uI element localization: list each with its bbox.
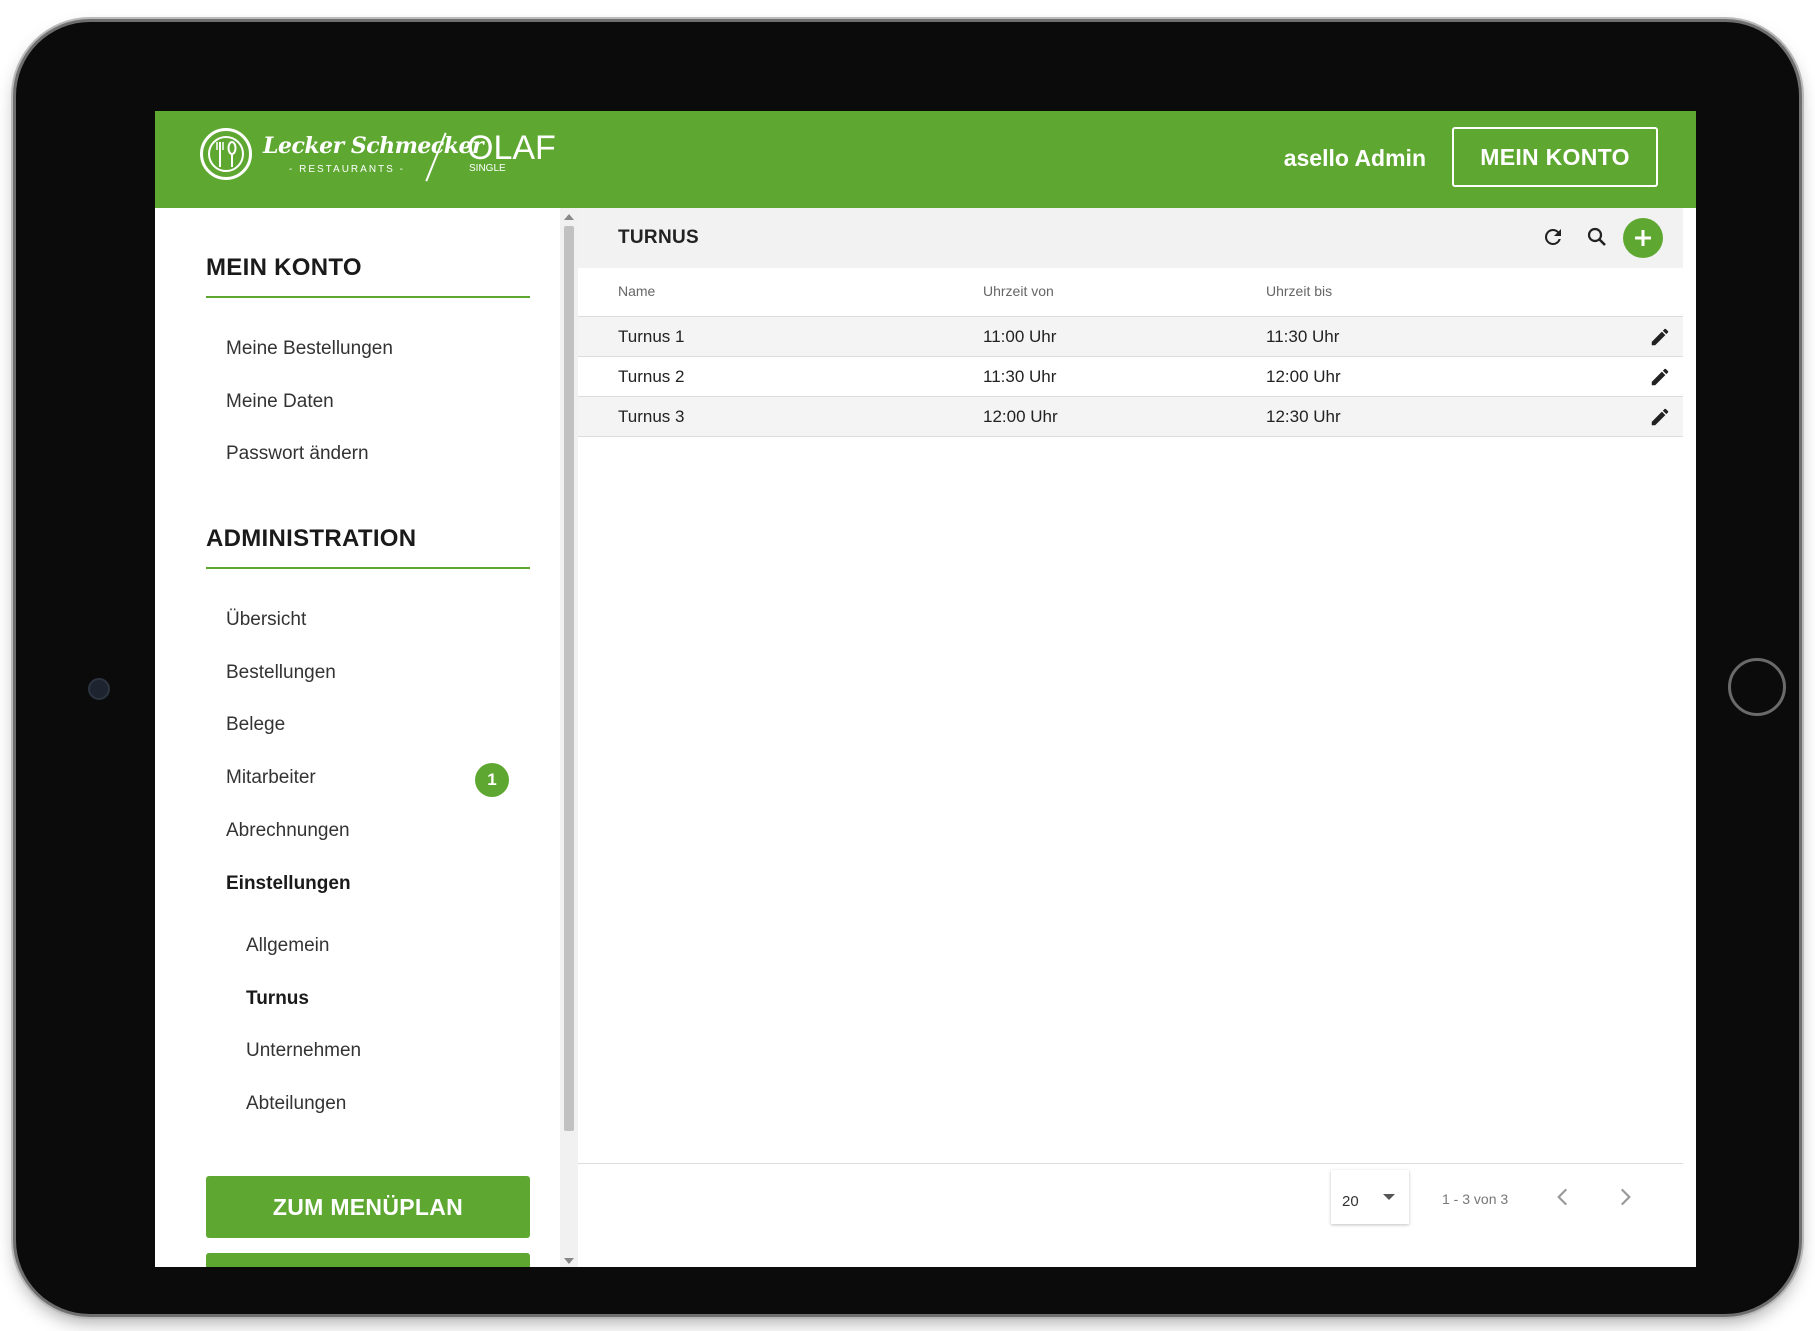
panel-header: TURNUS: [578, 208, 1683, 268]
account-button[interactable]: MEIN KONTO: [1452, 127, 1658, 187]
sidebar-subitem-allgemein[interactable]: Allgemein: [246, 935, 329, 957]
sidebar-scrollbar[interactable]: [560, 208, 578, 1267]
brand-subtitle: - RESTAURANTS -: [289, 164, 405, 175]
cell-to: 11:30 Uhr: [1266, 327, 1340, 346]
sidebar-subitem-unternehmen[interactable]: Unternehmen: [246, 1040, 361, 1062]
section-title-admin: ADMINISTRATION: [206, 525, 417, 552]
page-size-value: 20: [1342, 1193, 1359, 1210]
tablet-frame: Lecker Schmecker - RESTAURANTS - OLAF SI…: [16, 22, 1799, 1314]
sidebar-subitem-abteilungen[interactable]: Abteilungen: [246, 1093, 346, 1115]
search-icon[interactable]: [1582, 222, 1612, 252]
sidebar-item-abrechnungen[interactable]: Abrechnungen: [226, 820, 350, 842]
user-name: asello Admin: [1283, 145, 1426, 171]
logo-icon: [200, 128, 252, 180]
cell-name: Turnus 3: [618, 407, 685, 426]
sidebar-item-uebersicht[interactable]: Übersicht: [226, 609, 306, 631]
page-size-select[interactable]: 20: [1331, 1170, 1409, 1224]
scroll-up-icon[interactable]: [564, 214, 574, 220]
plus-icon: [1635, 230, 1651, 246]
menu-plan-button[interactable]: ZUM MENÜPLAN: [206, 1176, 530, 1238]
cell-to: 12:30 Uhr: [1266, 407, 1341, 426]
table-row[interactable]: Turnus 2 11:30 Uhr 12:00 Uhr: [578, 357, 1683, 397]
camera-icon: [88, 678, 110, 700]
app-screen: Lecker Schmecker - RESTAURANTS - OLAF SI…: [155, 111, 1696, 1267]
pagination-range: 1 - 3 von 3: [1442, 1191, 1509, 1207]
chevron-left-icon[interactable]: [1550, 1184, 1576, 1210]
sidebar-subitem-turnus[interactable]: Turnus: [246, 988, 309, 1010]
refresh-icon[interactable]: [1538, 222, 1568, 252]
footer-divider: [578, 1163, 1683, 1164]
home-button[interactable]: [1728, 658, 1786, 716]
mitarbeiter-badge: 1: [475, 763, 509, 797]
column-header-to[interactable]: Uhrzeit bis: [1266, 283, 1332, 299]
sidebar-item-meine-daten[interactable]: Meine Daten: [226, 391, 334, 413]
scroll-down-icon[interactable]: [564, 1258, 574, 1264]
secondary-button[interactable]: [206, 1253, 530, 1267]
table-row[interactable]: Turnus 1 11:00 Uhr 11:30 Uhr: [578, 317, 1683, 357]
column-header-name[interactable]: Name: [618, 283, 655, 299]
sidebar: MEIN KONTO Meine Bestellungen Meine Date…: [155, 208, 560, 1267]
section-divider: [206, 567, 530, 569]
chevron-right-icon[interactable]: [1612, 1184, 1638, 1210]
cell-name: Turnus 2: [618, 367, 685, 386]
sidebar-item-mitarbeiter[interactable]: Mitarbeiter: [226, 767, 316, 789]
add-button[interactable]: [1623, 218, 1663, 258]
column-header-from[interactable]: Uhrzeit von: [983, 283, 1054, 299]
main-panel: TURNUS Name Uhrzeit von Uhrzeit bis Turn…: [578, 208, 1683, 1267]
sidebar-item-passwort-aendern[interactable]: Passwort ändern: [226, 443, 369, 465]
cell-name: Turnus 1: [618, 327, 685, 346]
sidebar-item-einstellungen[interactable]: Einstellungen: [226, 873, 351, 895]
section-divider: [206, 296, 530, 298]
caret-down-icon: [1383, 1194, 1395, 1200]
cell-to: 12:00 Uhr: [1266, 367, 1341, 386]
page-title: TURNUS: [618, 227, 699, 248]
table-row[interactable]: Turnus 3 12:00 Uhr 12:30 Uhr: [578, 397, 1683, 437]
cell-from: 12:00 Uhr: [983, 407, 1058, 426]
edit-icon[interactable]: [1649, 406, 1671, 428]
sidebar-item-belege[interactable]: Belege: [226, 714, 285, 736]
edit-icon[interactable]: [1649, 326, 1671, 348]
top-bar: Lecker Schmecker - RESTAURANTS - OLAF SI…: [155, 111, 1696, 208]
cell-from: 11:30 Uhr: [983, 367, 1057, 386]
section-title-account: MEIN KONTO: [206, 254, 362, 281]
cell-from: 11:00 Uhr: [983, 327, 1057, 346]
product-subtitle: SINGLE: [469, 163, 506, 174]
edit-icon[interactable]: [1649, 366, 1671, 388]
sidebar-item-bestellungen[interactable]: Bestellungen: [226, 662, 336, 684]
sidebar-item-meine-bestellungen[interactable]: Meine Bestellungen: [226, 338, 393, 360]
brand-name: Lecker Schmecker: [263, 133, 484, 159]
scroll-thumb[interactable]: [564, 226, 574, 1131]
